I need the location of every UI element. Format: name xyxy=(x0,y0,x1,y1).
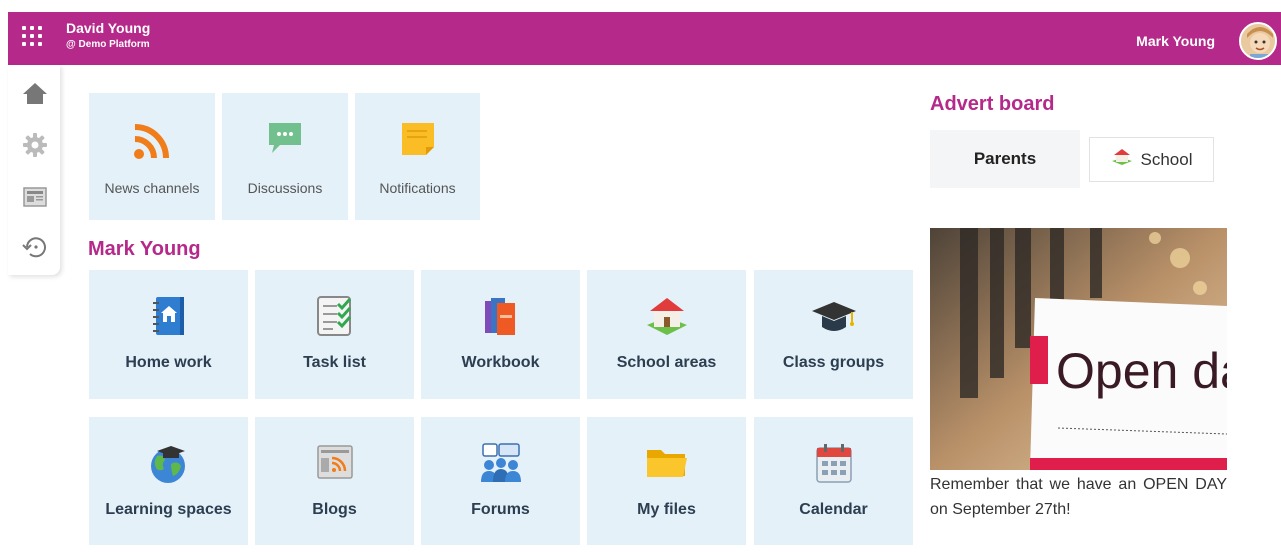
tab-school[interactable]: School xyxy=(1089,137,1214,182)
platform-user-info[interactable]: David Young @ Demo Platform xyxy=(66,20,150,50)
platform-name: @ Demo Platform xyxy=(66,39,150,50)
tile-school-areas[interactable]: School areas xyxy=(587,270,746,399)
globe-icon xyxy=(147,442,191,491)
school-house-icon xyxy=(644,295,690,342)
tile-blogs[interactable]: Blogs xyxy=(255,417,414,545)
tile-label: Home work xyxy=(125,354,212,371)
tile-label: Workbook xyxy=(461,354,540,371)
graduation-cap-icon xyxy=(810,295,858,342)
home-icon[interactable] xyxy=(21,79,49,107)
tab-parents[interactable]: Parents xyxy=(930,130,1080,188)
books-icon xyxy=(481,295,521,342)
tile-label: Blogs xyxy=(312,501,357,518)
tile-label: Discussions xyxy=(247,180,323,196)
advert-message: Remember that we have an OPEN DAY on Sep… xyxy=(930,476,1227,518)
tile-news-channels[interactable]: News channels xyxy=(89,93,215,220)
tab-parents-label: Parents xyxy=(973,149,1037,168)
top-bar: David Young @ Demo Platform Mark Young xyxy=(8,12,1281,65)
tile-learning-spaces[interactable]: Learning spaces xyxy=(89,417,248,545)
tile-discussions[interactable]: Discussions xyxy=(222,93,348,220)
tile-label: Learning spaces xyxy=(105,501,232,518)
advert-board-title: Advert board xyxy=(930,93,1055,115)
newspaper-icon[interactable] xyxy=(21,183,49,211)
rss-icon xyxy=(132,121,172,166)
tile-label: My files xyxy=(637,501,696,518)
tile-label: School areas xyxy=(616,354,717,371)
blog-icon xyxy=(315,442,355,487)
section-title: Mark Young xyxy=(88,238,201,260)
tile-task-list[interactable]: Task list xyxy=(255,270,414,399)
homework-book-icon xyxy=(150,295,188,342)
advert-image-text: Open day xyxy=(1056,343,1227,399)
tile-home-work[interactable]: Home work xyxy=(89,270,248,399)
tile-forums[interactable]: Forums xyxy=(421,417,580,545)
school-house-icon xyxy=(1111,148,1133,171)
tile-label: Calendar xyxy=(799,501,868,518)
tile-label: Notifications xyxy=(379,180,456,196)
chat-icon xyxy=(266,121,304,162)
tile-calendar[interactable]: Calendar xyxy=(754,417,913,545)
checklist-icon xyxy=(315,295,355,342)
platform-user-name: David Young xyxy=(66,20,151,36)
calendar-icon xyxy=(814,442,854,489)
left-sidebar xyxy=(8,65,60,275)
tile-my-files[interactable]: My files xyxy=(587,417,746,545)
gear-icon[interactable] xyxy=(21,131,49,159)
tile-workbook[interactable]: Workbook xyxy=(421,270,580,399)
folder-icon xyxy=(644,442,690,487)
history-icon[interactable] xyxy=(21,233,49,261)
tile-label: Forums xyxy=(471,501,530,518)
advert-image[interactable]: Open day xyxy=(930,228,1227,470)
avatar[interactable] xyxy=(1239,22,1277,60)
tile-label: News channels xyxy=(104,180,200,196)
current-user-name[interactable]: Mark Young xyxy=(1136,33,1215,49)
sticky-note-icon xyxy=(400,121,436,162)
forum-people-icon xyxy=(477,442,525,491)
tab-school-label: School xyxy=(1140,149,1193,169)
tile-class-groups[interactable]: Class groups xyxy=(754,270,913,399)
tile-label: Class groups xyxy=(782,354,885,371)
tile-notifications[interactable]: Notifications xyxy=(355,93,480,220)
tile-label: Task list xyxy=(303,354,366,371)
apps-grid-icon[interactable] xyxy=(22,26,46,50)
